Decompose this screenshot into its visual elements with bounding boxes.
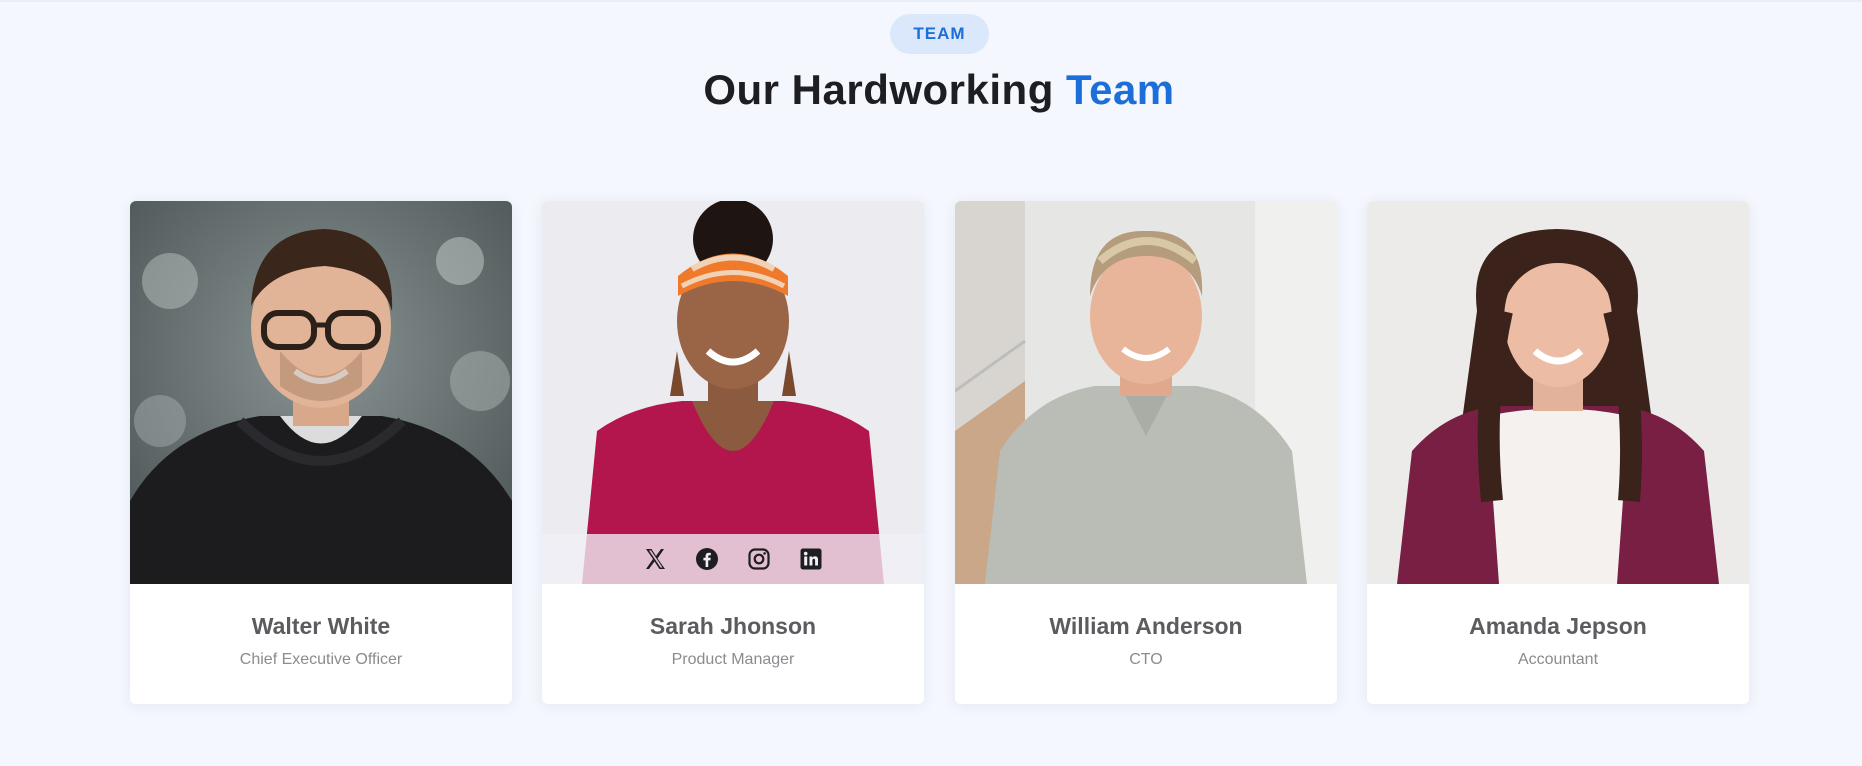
member-photo [1367,201,1749,584]
member-role: Accountant [1517,651,1599,668]
section-title-accent: Team [1066,66,1175,113]
team-member-card[interactable]: Amanda Jepson Accountant [1367,201,1749,704]
member-photo [542,201,924,584]
member-name: William Anderson [1049,613,1243,639]
member-photo [130,201,512,584]
linkedin-icon[interactable] [798,546,824,572]
section-title: Our Hardworking Team [0,66,1862,114]
social-links-bar [542,534,924,584]
facebook-icon[interactable] [694,546,720,572]
member-photo [955,201,1337,584]
member-name: Sarah Jhonson [649,613,817,639]
member-name: Walter White [251,613,391,639]
team-member-card[interactable]: William Anderson CTO [955,201,1337,704]
section-badge: TEAM [890,14,989,54]
x-twitter-icon[interactable] [642,546,668,572]
section-title-main: Our Hardworking [703,66,1054,113]
team-member-card[interactable]: Walter White Chief Executive Officer [130,201,512,704]
instagram-icon[interactable] [746,546,772,572]
member-role: CTO [1129,651,1163,668]
member-name: Amanda Jepson [1469,613,1647,639]
member-role: Chief Executive Officer [239,651,403,668]
member-role: Product Manager [671,651,795,668]
top-divider [0,0,1862,2]
team-member-card[interactable]: Sarah Jhonson Product Manager [542,201,924,704]
